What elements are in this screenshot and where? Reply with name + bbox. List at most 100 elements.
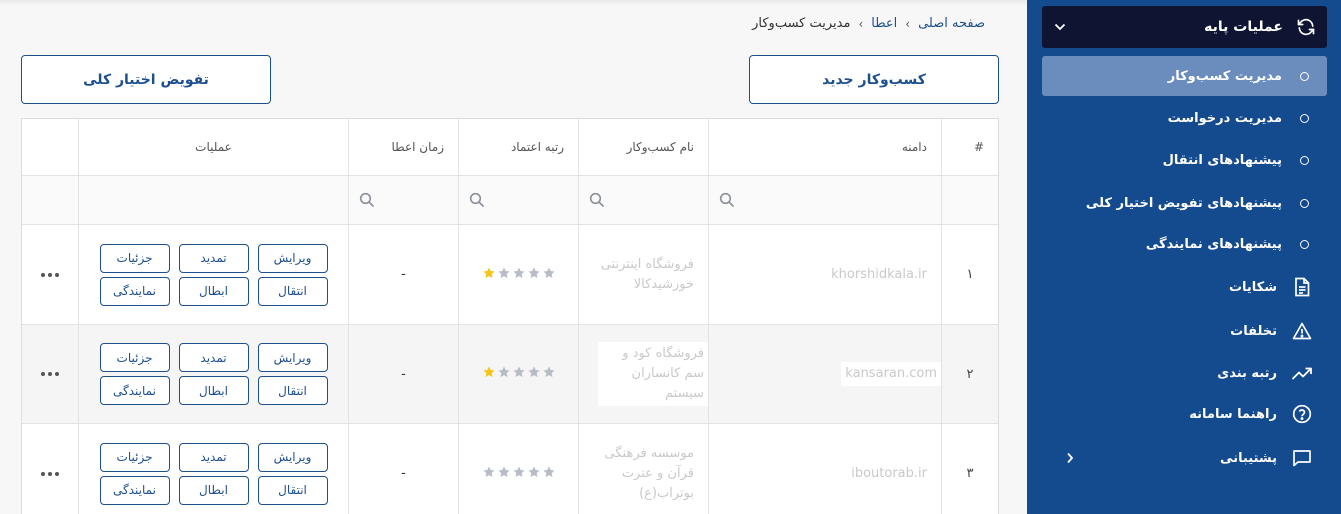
representation-button[interactable]: نمایندگی <box>99 276 170 306</box>
chevron-left-icon: › <box>858 16 864 31</box>
sidebar-item-ranking[interactable]: رتبه بندی <box>1042 353 1327 393</box>
representation-button[interactable]: نمایندگی <box>99 376 170 405</box>
full-delegation-button[interactable]: تفویض اختیار کلی <box>21 55 271 104</box>
domain-text: kansaran.com <box>841 362 941 386</box>
filter-more <box>22 176 78 224</box>
col-trust-header: رتبه اعتماد <box>458 119 578 175</box>
grant-time-cell: - <box>348 225 458 324</box>
extend-button[interactable]: تمدید <box>178 442 249 472</box>
sidebar-sub-business-management[interactable]: مدیریت کسب‌وکار <box>1042 56 1327 96</box>
search-icon <box>469 192 485 208</box>
name-search[interactable] <box>578 176 708 224</box>
row-number: ۳ <box>941 424 998 514</box>
business-name-cell: فروشگاه اینترنتی خورشیدکالا <box>578 225 708 324</box>
row-number-text: ۳ <box>966 466 974 481</box>
search-icon <box>719 192 735 208</box>
chevron-left-icon: › <box>905 16 911 31</box>
representation-button[interactable]: نمایندگی <box>99 475 170 505</box>
domain-cell: kansaran.com <box>708 325 941 423</box>
business-name-text: فروشگاه اینترنتی خورشیدکالا <box>600 256 694 292</box>
chevron-right-icon <box>1060 452 1080 464</box>
business-name-text: فروشگاه کود و سم کانساران سیستم <box>598 342 708 406</box>
breadcrumb-grant[interactable]: اعطا <box>871 16 897 31</box>
more-horizontal-icon <box>22 372 78 376</box>
details-button[interactable]: جزئیات <box>99 343 170 372</box>
sidebar-sub-request-management[interactable]: مدیریت درخواست <box>1042 98 1327 138</box>
sidebar-item-label: راهنما سامانه <box>1189 406 1277 422</box>
star-icon <box>497 465 511 483</box>
domain-search[interactable] <box>708 176 941 224</box>
col-trust-label: رتبه اعتماد <box>510 140 564 154</box>
circle-icon <box>1300 239 1309 249</box>
sidebar-item-label: رتبه بندی <box>1217 365 1277 381</box>
grant-time-cell: - <box>348 325 458 423</box>
star-icon <box>482 465 496 483</box>
operations-cell: ویرایش تمدید جزئیات انتقال ابطال نمایندگی <box>78 225 348 324</box>
circle-icon <box>1300 155 1309 165</box>
revoke-button[interactable]: ابطال <box>178 475 249 505</box>
star-icon <box>482 365 496 383</box>
document-icon <box>1291 276 1313 298</box>
more-horizontal-icon <box>22 471 78 476</box>
operations-cell: ویرایش تمدید جزئیات انتقال ابطال نمایندگی <box>78 424 348 514</box>
top-shadow <box>0 0 1027 6</box>
action-buttons: ویرایش تمدید جزئیات انتقال ابطال نمایندگی <box>79 343 348 405</box>
details-button[interactable]: جزئیات <box>99 442 170 472</box>
circle-icon <box>1300 113 1309 123</box>
sidebar-sub-label: پیشنهادهای انتقال <box>1162 152 1282 168</box>
row-number: ۱ <box>941 225 998 324</box>
extend-button[interactable]: تمدید <box>178 243 249 273</box>
table-row: ۲ kansaran.com فروشگاه کود و سم کانساران س… <box>22 325 998 424</box>
sidebar-sub-representation-offers[interactable]: پیشنهادهای نمایندگی <box>1042 224 1327 264</box>
breadcrumb: صفحه اصلی › اعطا › مدیریت کسب‌وکار <box>752 16 985 31</box>
col-domain-label: دامنه <box>901 140 927 154</box>
new-business-button[interactable]: کسب‌وکار جدید <box>749 55 999 104</box>
trust-rank-cell <box>458 424 578 514</box>
business-table: # دامنه نام کسب‌وکار رتبه اعتماد زمان اع… <box>21 118 999 514</box>
star-icon <box>542 266 556 284</box>
sidebar-item-violations[interactable]: تخلفات <box>1042 311 1327 351</box>
filter-row <box>22 176 998 225</box>
time-search[interactable] <box>348 176 458 224</box>
domain-text: khorshidkala.ir <box>831 266 927 282</box>
transfer-button[interactable]: انتقال <box>257 276 328 306</box>
revoke-button[interactable]: ابطال <box>178 376 249 405</box>
more-button[interactable] <box>22 325 78 423</box>
grant-time-text: - <box>401 366 406 382</box>
breadcrumb-home[interactable]: صفحه اصلی <box>918 16 985 31</box>
extend-button[interactable]: تمدید <box>178 343 249 372</box>
star-icon <box>542 465 556 483</box>
col-ops-header: عملیات <box>78 119 348 175</box>
star-icon <box>527 365 541 383</box>
details-button[interactable]: جزئیات <box>99 243 170 273</box>
trust-rank-cell <box>458 325 578 423</box>
trust-search[interactable] <box>458 176 578 224</box>
edit-button[interactable]: ویرایش <box>257 243 328 273</box>
transfer-button[interactable]: انتقال <box>257 376 328 405</box>
row-number-text: ۲ <box>966 366 974 382</box>
sidebar-item-support[interactable]: پشتیبانی <box>1042 438 1327 478</box>
col-more-header <box>22 119 78 175</box>
star-rating <box>459 266 578 284</box>
star-icon <box>512 266 526 284</box>
sidebar-section-label: عملیات پایه <box>1204 19 1283 35</box>
transfer-button[interactable]: انتقال <box>257 475 328 505</box>
star-rating <box>459 365 578 383</box>
sidebar-item-help[interactable]: راهنما سامانه <box>1042 394 1327 434</box>
sidebar-sub-transfer-offers[interactable]: پیشنهادهای انتقال <box>1042 140 1327 180</box>
col-ops-label: عملیات <box>195 140 232 154</box>
sidebar-item-label: شکایات <box>1228 279 1277 295</box>
more-button[interactable] <box>22 424 78 514</box>
trust-rank-cell <box>458 225 578 324</box>
business-name-cell: موسسه فرهنگی قرآن و عترت بوتراب(ع) <box>578 424 708 514</box>
sidebar-section-basic-ops[interactable]: عملیات پایه <box>1042 6 1327 48</box>
sidebar-sub-delegation-offers[interactable]: پیشنهادهای تفویض اختیار کلی <box>1042 183 1327 223</box>
edit-button[interactable]: ویرایش <box>257 343 328 372</box>
row-number: ۲ <box>941 325 998 423</box>
sidebar-item-complaints[interactable]: شکایات <box>1042 267 1327 307</box>
more-button[interactable] <box>22 225 78 324</box>
edit-button[interactable]: ویرایش <box>257 442 328 472</box>
revoke-button[interactable]: ابطال <box>178 276 249 306</box>
col-num-header: # <box>941 119 998 175</box>
search-icon <box>359 192 375 208</box>
